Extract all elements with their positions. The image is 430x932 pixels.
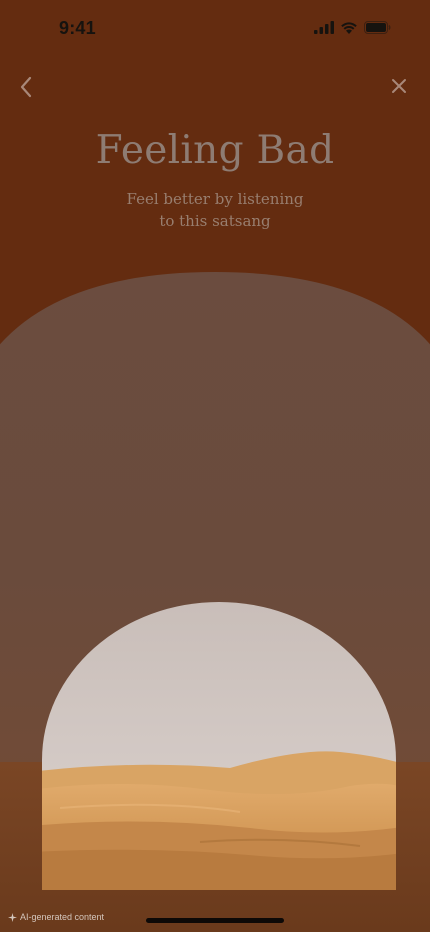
ai-generated-badge: AI-generated content <box>8 912 104 922</box>
close-button[interactable] <box>390 77 408 95</box>
subtitle-line-2: to this satsang <box>159 212 271 230</box>
battery-icon <box>364 21 391 34</box>
wifi-icon <box>341 22 357 34</box>
page-title: Feeling Bad <box>95 128 335 173</box>
home-indicator[interactable] <box>146 918 284 923</box>
subtitle-line-1: Feel better by listening <box>126 190 304 208</box>
page-subtitle: Feel better by listening to this satsang <box>100 188 330 232</box>
status-icons <box>314 21 391 34</box>
chevron-left-icon <box>20 76 32 98</box>
screen: { "status": { "time": "9:41", "icons": [… <box>0 0 430 932</box>
ai-generated-label: AI-generated content <box>20 912 105 922</box>
status-bar: 9:41 <box>0 0 430 56</box>
back-button[interactable] <box>16 74 38 100</box>
cellular-signal-icon <box>314 21 334 34</box>
close-icon <box>392 79 406 93</box>
status-time: 9:41 <box>59 18 96 38</box>
sparkle-icon <box>8 912 17 922</box>
